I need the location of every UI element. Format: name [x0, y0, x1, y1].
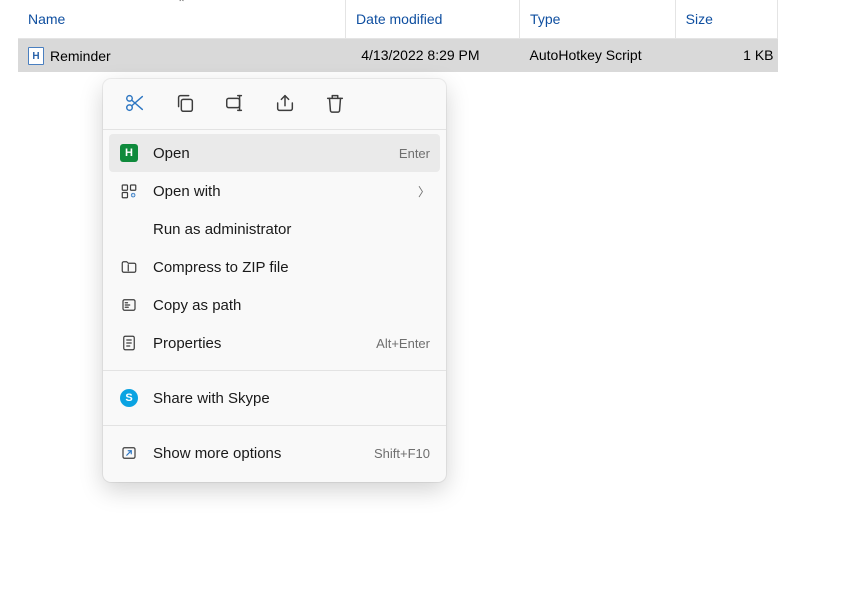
- menu-item-properties[interactable]: Properties Alt+Enter: [109, 324, 440, 362]
- open-with-icon: [119, 181, 139, 201]
- menu-label: Share with Skype: [153, 390, 430, 407]
- sort-ascending-icon: ⌃: [177, 0, 185, 9]
- file-date-label: 4/13/2022 8:29 PM: [346, 38, 520, 72]
- file-row-selected[interactable]: H Reminder 4/13/2022 8:29 PM AutoHotkey …: [18, 38, 778, 72]
- delete-button[interactable]: [321, 89, 349, 117]
- menu-item-run-admin[interactable]: Run as administrator: [109, 210, 440, 248]
- menu-label: Open: [153, 145, 385, 162]
- show-more-icon: [119, 443, 139, 463]
- copy-path-icon: [119, 295, 139, 315]
- menu-accelerator: Shift+F10: [374, 446, 430, 461]
- menu-label: Copy as path: [153, 297, 430, 314]
- column-label: Type: [530, 11, 560, 27]
- quick-action-bar: [103, 79, 446, 130]
- menu-label: Open with: [153, 183, 404, 200]
- file-list-table: Name ⌃ Date modified Type Size H Reminde…: [18, 0, 778, 72]
- copy-button[interactable]: [171, 89, 199, 117]
- file-type-label: AutoHotkey Script: [520, 38, 676, 72]
- column-header-row: Name ⌃ Date modified Type Size: [18, 0, 778, 38]
- properties-icon: [119, 333, 139, 353]
- blank-icon: [119, 219, 139, 239]
- zip-folder-icon: [119, 257, 139, 277]
- menu-label: Properties: [153, 335, 362, 352]
- column-header-date[interactable]: Date modified: [346, 0, 520, 38]
- menu-accelerator: Alt+Enter: [376, 336, 430, 351]
- chevron-right-icon: 〉: [418, 183, 430, 200]
- menu-label: Show more options: [153, 445, 360, 462]
- copy-icon: [174, 92, 196, 114]
- menu-item-compress-zip[interactable]: Compress to ZIP file: [109, 248, 440, 286]
- menu-label: Compress to ZIP file: [153, 259, 430, 276]
- column-label: Date modified: [356, 11, 442, 27]
- share-icon: [274, 92, 296, 114]
- share-button[interactable]: [271, 89, 299, 117]
- menu-item-show-more[interactable]: Show more options Shift+F10: [109, 434, 440, 472]
- menu-accelerator: Enter: [399, 146, 430, 161]
- rename-button[interactable]: [221, 89, 249, 117]
- menu-divider: [103, 370, 446, 371]
- menu-label: Run as administrator: [153, 221, 430, 238]
- column-header-size[interactable]: Size: [675, 0, 777, 38]
- column-header-type[interactable]: Type: [520, 0, 676, 38]
- menu-item-open[interactable]: H Open Enter: [109, 134, 440, 172]
- trash-icon: [324, 92, 346, 114]
- cut-button[interactable]: [121, 89, 149, 117]
- skype-icon: S: [119, 388, 139, 408]
- menu-item-open-with[interactable]: Open with 〉: [109, 172, 440, 210]
- scissors-icon: [124, 92, 146, 114]
- context-menu: H Open Enter Open with 〉 Run as administ…: [103, 79, 446, 482]
- column-label: Size: [686, 11, 713, 27]
- rename-icon: [224, 92, 246, 114]
- file-name-label: Reminder: [50, 48, 111, 64]
- menu-divider: [103, 425, 446, 426]
- menu-item-copy-path[interactable]: Copy as path: [109, 286, 440, 324]
- column-header-name[interactable]: Name ⌃: [18, 0, 346, 38]
- autohotkey-file-icon: H: [28, 47, 44, 65]
- file-size-label: 1 KB: [675, 38, 777, 72]
- autohotkey-app-icon: H: [119, 143, 139, 163]
- menu-item-share-skype[interactable]: S Share with Skype: [109, 379, 440, 417]
- column-label: Name: [28, 11, 65, 27]
